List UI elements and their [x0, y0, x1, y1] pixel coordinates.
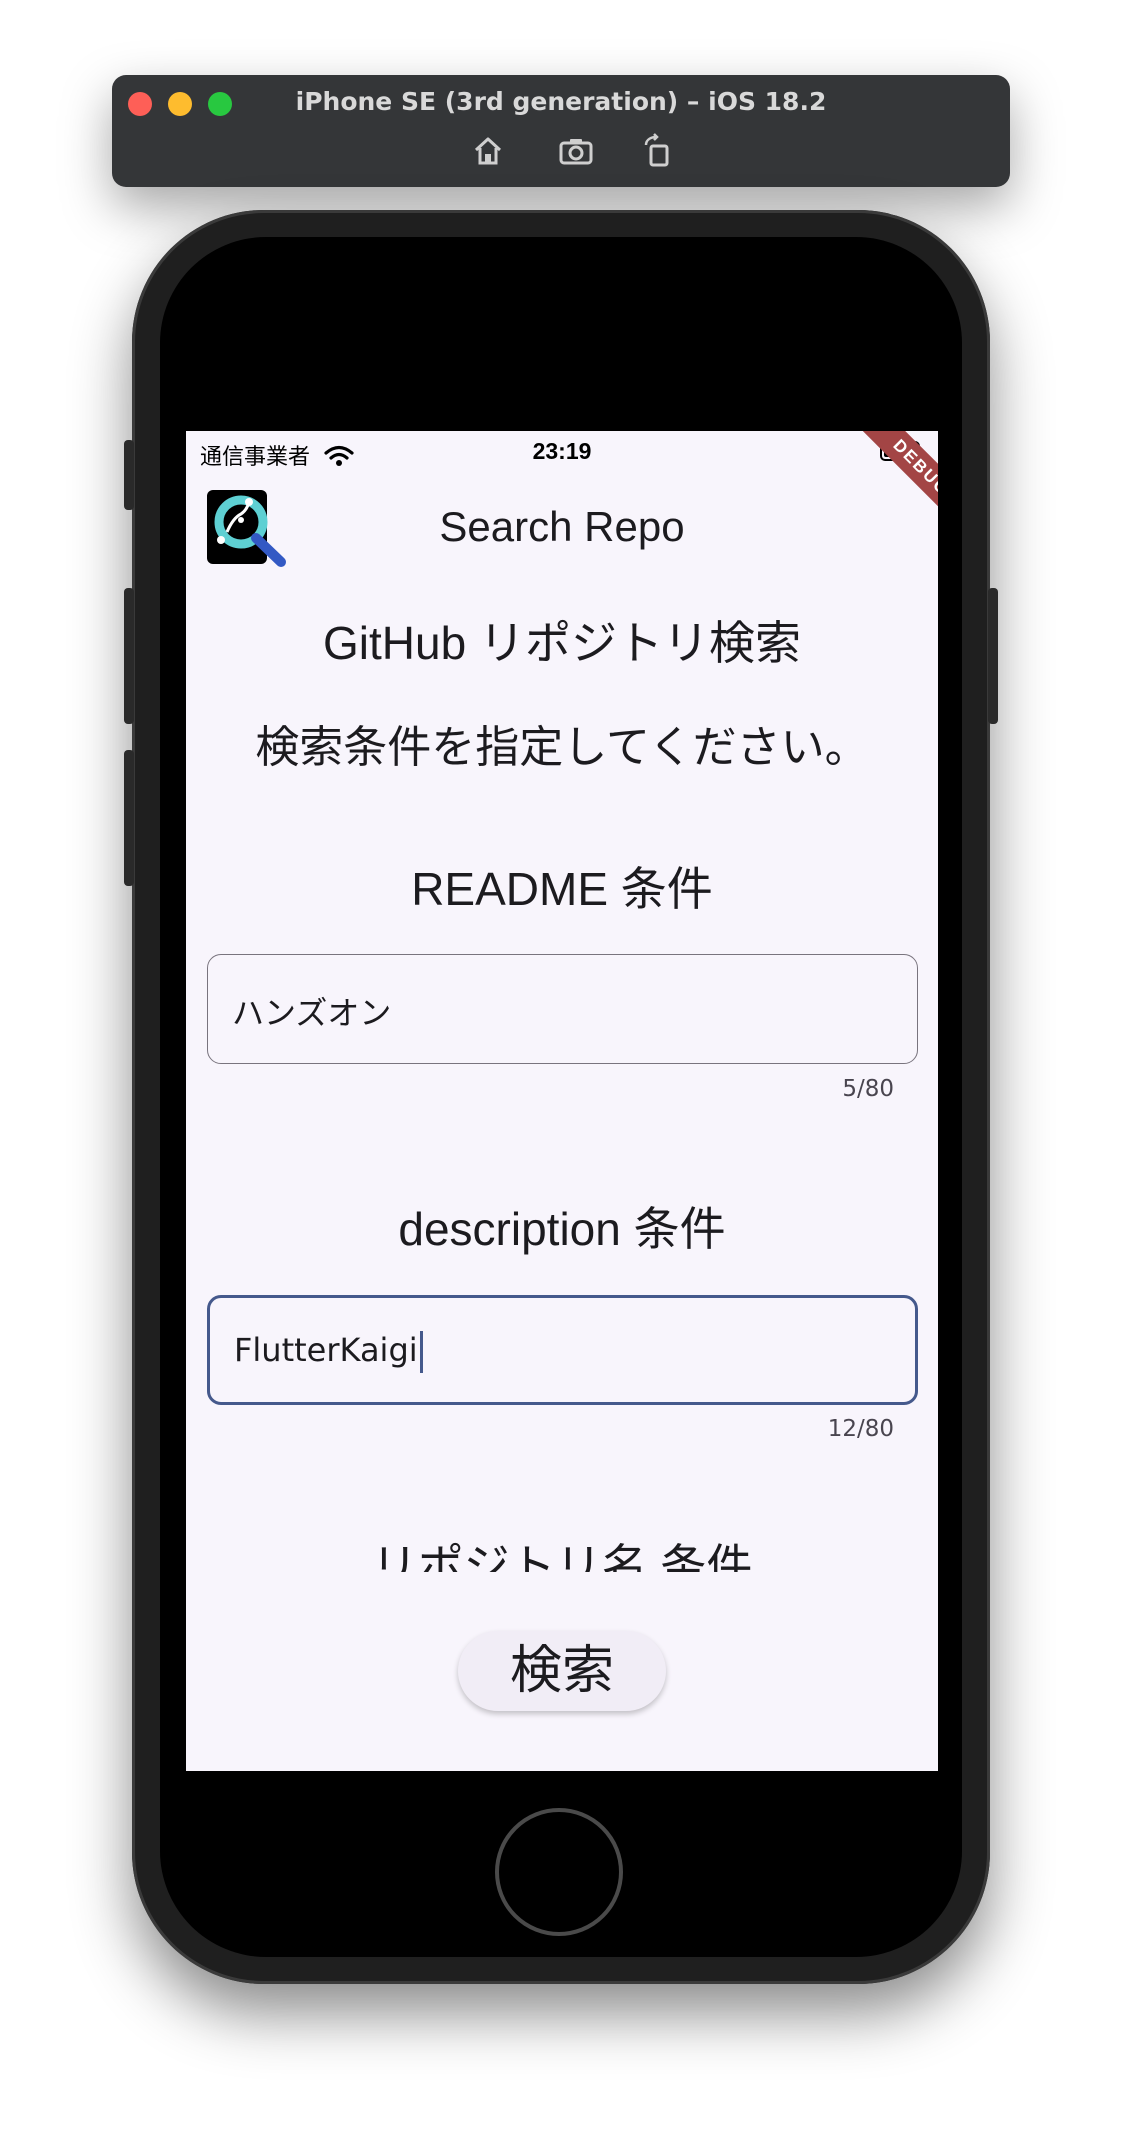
description-input-value: FlutterKaigi	[234, 1331, 423, 1373]
instruction-text: 検索条件を指定してください。	[255, 723, 869, 772]
simulator-title: iPhone SE (3rd generation) – iOS 18.2	[295, 87, 827, 116]
app-screen: 通信事業者 23:19 DEBUG Search Repo GitHub リポジ…	[186, 431, 938, 1771]
readme-input[interactable]: ハンズオン	[207, 954, 918, 1064]
power-button	[988, 588, 998, 724]
volume-down-button	[124, 750, 134, 886]
volume-up-button	[124, 588, 134, 724]
search-button[interactable]: 検索	[458, 1631, 666, 1711]
status-time: 23:19	[532, 438, 592, 464]
description-label: description 条件	[398, 1203, 726, 1255]
description-input[interactable]: FlutterKaigi	[207, 1295, 918, 1405]
description-char-counter: 12/80	[827, 1416, 894, 1442]
home-icon[interactable]	[470, 133, 506, 169]
description-value-text: FlutterKaigi	[234, 1331, 418, 1369]
home-button[interactable]	[495, 1808, 623, 1936]
page-title: GitHub リポジトリ検索	[323, 617, 801, 669]
readme-char-counter: 5/80	[842, 1076, 894, 1102]
ring-silent-switch	[124, 440, 134, 510]
rotate-icon[interactable]	[640, 133, 676, 169]
simulator-toolbar: iPhone SE (3rd generation) – iOS 18.2	[112, 75, 1010, 187]
text-cursor	[419, 1331, 423, 1373]
readme-label: README 条件	[411, 863, 713, 915]
readme-input-value: ハンズオン	[232, 994, 392, 1032]
screenshot-icon[interactable]	[558, 133, 594, 169]
repo-name-label: リポジトリ名 条件	[371, 1540, 753, 1572]
app-bar-title: Search Repo	[439, 503, 685, 550]
